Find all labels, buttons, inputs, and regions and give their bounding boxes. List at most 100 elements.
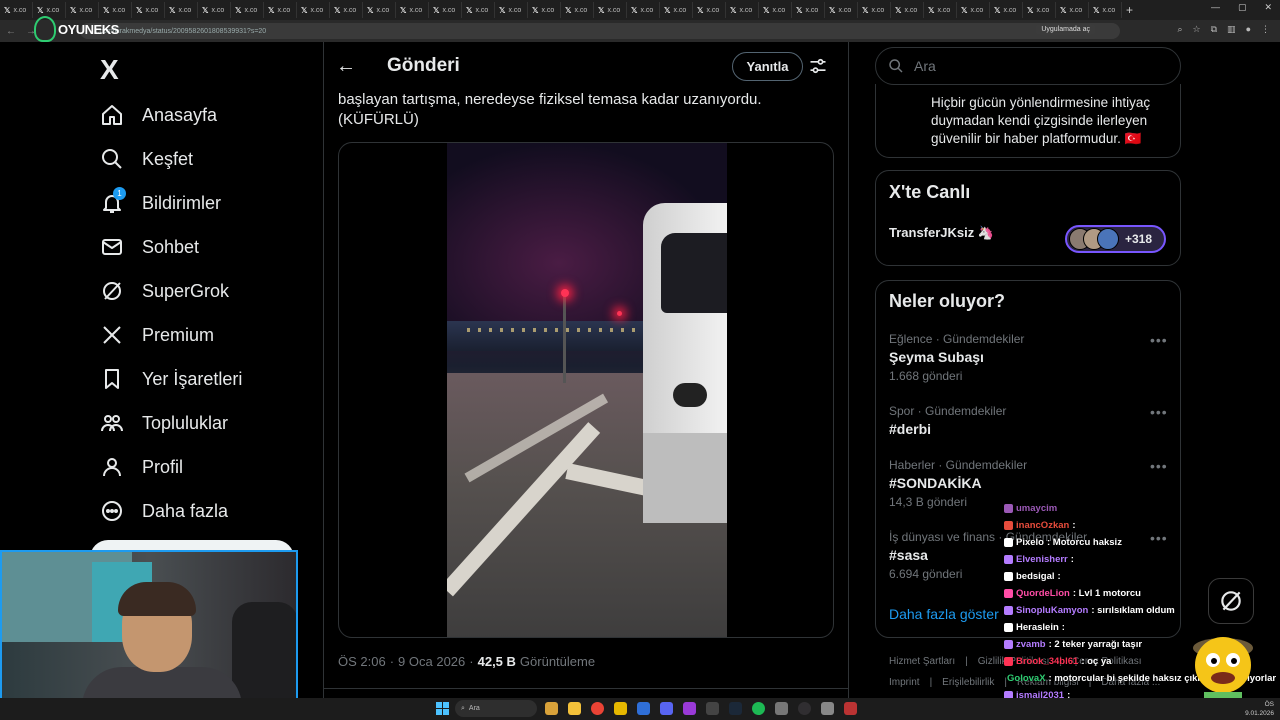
open-in-app-button[interactable]: Uygulamada aç bbox=[1035, 24, 1096, 35]
sidebar-item-premium[interactable]: Premium bbox=[98, 315, 214, 355]
taskbar-search[interactable]: ⌕ Ara bbox=[455, 700, 537, 717]
footer-link[interactable]: Imprint bbox=[889, 677, 920, 688]
browser-tab[interactable]: 𝕏x.co bbox=[528, 2, 561, 18]
browser-tab[interactable]: 𝕏x.co bbox=[363, 2, 396, 18]
browser-tab[interactable]: 𝕏x.co bbox=[396, 2, 429, 18]
minimize-icon[interactable]: — bbox=[1211, 2, 1220, 13]
app-icon[interactable] bbox=[637, 702, 650, 715]
show-more-link[interactable]: Daha fazla göster bbox=[889, 606, 999, 622]
browser-tab[interactable]: 𝕏x.co bbox=[429, 2, 462, 18]
star-icon[interactable]: ☆ bbox=[1193, 24, 1201, 35]
browser-tab[interactable]: 𝕏x.co bbox=[561, 2, 594, 18]
windows-start-icon[interactable] bbox=[436, 702, 449, 715]
browser-tab[interactable]: 𝕏x.co bbox=[759, 2, 792, 18]
trend-name[interactable]: #SONDAKİKA bbox=[889, 475, 982, 491]
sliders-icon[interactable] bbox=[808, 56, 828, 76]
browser-tab[interactable]: 𝕏x.co bbox=[990, 2, 1023, 18]
discord-icon[interactable] bbox=[660, 702, 673, 715]
browser-tab[interactable]: 𝕏x.co bbox=[891, 2, 924, 18]
folder-icon[interactable] bbox=[614, 702, 627, 715]
trend-name[interactable]: #derbi bbox=[889, 421, 931, 437]
sidebar-item-supergrok[interactable]: SuperGrok bbox=[98, 271, 229, 311]
sidebar-item-bildirimler[interactable]: 1 Bildirimler bbox=[98, 183, 221, 223]
browser-tab[interactable]: 𝕏x.co bbox=[1089, 2, 1122, 18]
maximize-icon[interactable]: ▢ bbox=[1238, 2, 1247, 13]
chrome-icon[interactable] bbox=[591, 702, 604, 715]
profile-avatar-icon[interactable]: ● bbox=[1246, 24, 1251, 35]
more-options-icon[interactable]: ••• bbox=[1150, 332, 1168, 348]
x-logo[interactable]: X bbox=[100, 54, 119, 86]
app-icon[interactable] bbox=[844, 702, 857, 715]
zoom-icon[interactable]: ⌕ bbox=[1177, 24, 1182, 35]
browser-tab[interactable]: 𝕏x.co bbox=[231, 2, 264, 18]
search-input[interactable]: Ara bbox=[875, 47, 1181, 85]
spotify-icon[interactable] bbox=[752, 702, 765, 715]
browser-tab-label: x.co bbox=[46, 6, 60, 14]
webcam-person-hair bbox=[118, 582, 196, 616]
browser-tab[interactable]: 𝕏x.co bbox=[264, 2, 297, 18]
browser-tab[interactable]: 𝕏x.co bbox=[330, 2, 363, 18]
sidebar-item-daha-fazla[interactable]: Daha fazla bbox=[98, 491, 228, 531]
browser-tab[interactable]: 𝕏x.co bbox=[726, 2, 759, 18]
browser-tab[interactable]: 𝕏x.co bbox=[792, 2, 825, 18]
footer-link[interactable]: Hizmet Şartları bbox=[889, 656, 955, 667]
browser-tab[interactable]: 𝕏x.co bbox=[165, 2, 198, 18]
sidebar-item-topluluklar[interactable]: Topluluklar bbox=[98, 403, 228, 443]
url-field[interactable]: x.com/kirakmedya/status/2009582601808539… bbox=[80, 23, 1120, 39]
trend-name[interactable]: Şeyma Subaşı bbox=[889, 349, 984, 365]
browser-tab[interactable]: 𝕏x.co bbox=[0, 2, 33, 18]
browser-tab[interactable]: 𝕏x.co bbox=[198, 2, 231, 18]
menu-icon[interactable]: ⋮ bbox=[1261, 24, 1270, 35]
sidebar-icon[interactable]: ▥ bbox=[1227, 24, 1236, 35]
more-options-icon[interactable]: ••• bbox=[1150, 458, 1168, 474]
sidebar-item-sohbet[interactable]: Sohbet bbox=[98, 227, 199, 267]
live-listeners[interactable]: +318 bbox=[1065, 225, 1166, 253]
sidebar-item-profil[interactable]: Profil bbox=[98, 447, 183, 487]
app-icon[interactable] bbox=[706, 702, 719, 715]
back-arrow-icon[interactable]: ← bbox=[6, 26, 20, 37]
app-icon[interactable] bbox=[683, 702, 696, 715]
video-frame[interactable] bbox=[447, 143, 727, 637]
footer-link[interactable]: Erişilebilirlik bbox=[942, 677, 994, 688]
extensions-icon[interactable]: ⧉ bbox=[1211, 24, 1217, 35]
browser-tab-label: x.co bbox=[607, 6, 621, 14]
browser-tab[interactable]: 𝕏x.co bbox=[495, 2, 528, 18]
chat-text: : Lvl 1 motorcu bbox=[1072, 588, 1141, 599]
widget-icon[interactable] bbox=[545, 702, 558, 715]
browser-tab[interactable]: 𝕏x.co bbox=[297, 2, 330, 18]
notification-badge: 1 bbox=[113, 187, 126, 200]
chat-message: umaycim bbox=[1004, 500, 1274, 517]
app-icon[interactable] bbox=[821, 702, 834, 715]
app-icon[interactable] bbox=[775, 702, 788, 715]
post-video[interactable] bbox=[338, 142, 834, 638]
sidebar-item-anasayfa[interactable]: Anasayfa bbox=[98, 95, 217, 135]
browser-tab[interactable]: 𝕏x.co bbox=[627, 2, 660, 18]
post-time[interactable]: ÖS 2:06 bbox=[338, 654, 386, 669]
browser-tab[interactable]: 𝕏x.co bbox=[660, 2, 693, 18]
browser-tab[interactable]: 𝕏x.co bbox=[825, 2, 858, 18]
close-icon[interactable]: ✕ bbox=[1264, 2, 1272, 13]
browser-tab[interactable]: 𝕏x.co bbox=[957, 2, 990, 18]
browser-tab[interactable]: 𝕏x.co bbox=[1056, 2, 1089, 18]
steam-icon[interactable] bbox=[729, 702, 742, 715]
obs-icon[interactable] bbox=[798, 702, 811, 715]
back-arrow-icon[interactable]: ← bbox=[336, 55, 356, 78]
sidebar-item-keşfet[interactable]: Keşfet bbox=[98, 139, 193, 179]
browser-tab[interactable]: 𝕏x.co bbox=[1023, 2, 1056, 18]
sidebar-item-yer-i-şaretleri[interactable]: Yer İşaretleri bbox=[98, 359, 242, 399]
reply-button[interactable]: Yanıtla bbox=[732, 52, 803, 81]
new-tab-button[interactable]: + bbox=[1126, 3, 1133, 17]
explorer-icon[interactable] bbox=[568, 702, 581, 715]
browser-tab[interactable]: 𝕏x.co bbox=[132, 2, 165, 18]
browser-tab[interactable]: 𝕏x.co bbox=[462, 2, 495, 18]
more-options-icon[interactable]: ••• bbox=[1150, 404, 1168, 420]
browser-tab[interactable]: 𝕏x.co bbox=[924, 2, 957, 18]
browser-tab[interactable]: 𝕏x.co bbox=[858, 2, 891, 18]
sidebar-item-label: Bildirimler bbox=[142, 192, 222, 213]
browser-tab[interactable]: 𝕏x.co bbox=[693, 2, 726, 18]
trend-name[interactable]: #sasa bbox=[889, 547, 928, 563]
post-date[interactable]: 9 Oca 2026 bbox=[398, 654, 465, 669]
browser-tab[interactable]: 𝕏x.co bbox=[594, 2, 627, 18]
live-user[interactable]: TransferJKsiz 🦄 bbox=[889, 225, 994, 241]
taskbar-clock[interactable]: ÖS 9.01.2026 bbox=[1245, 700, 1274, 718]
